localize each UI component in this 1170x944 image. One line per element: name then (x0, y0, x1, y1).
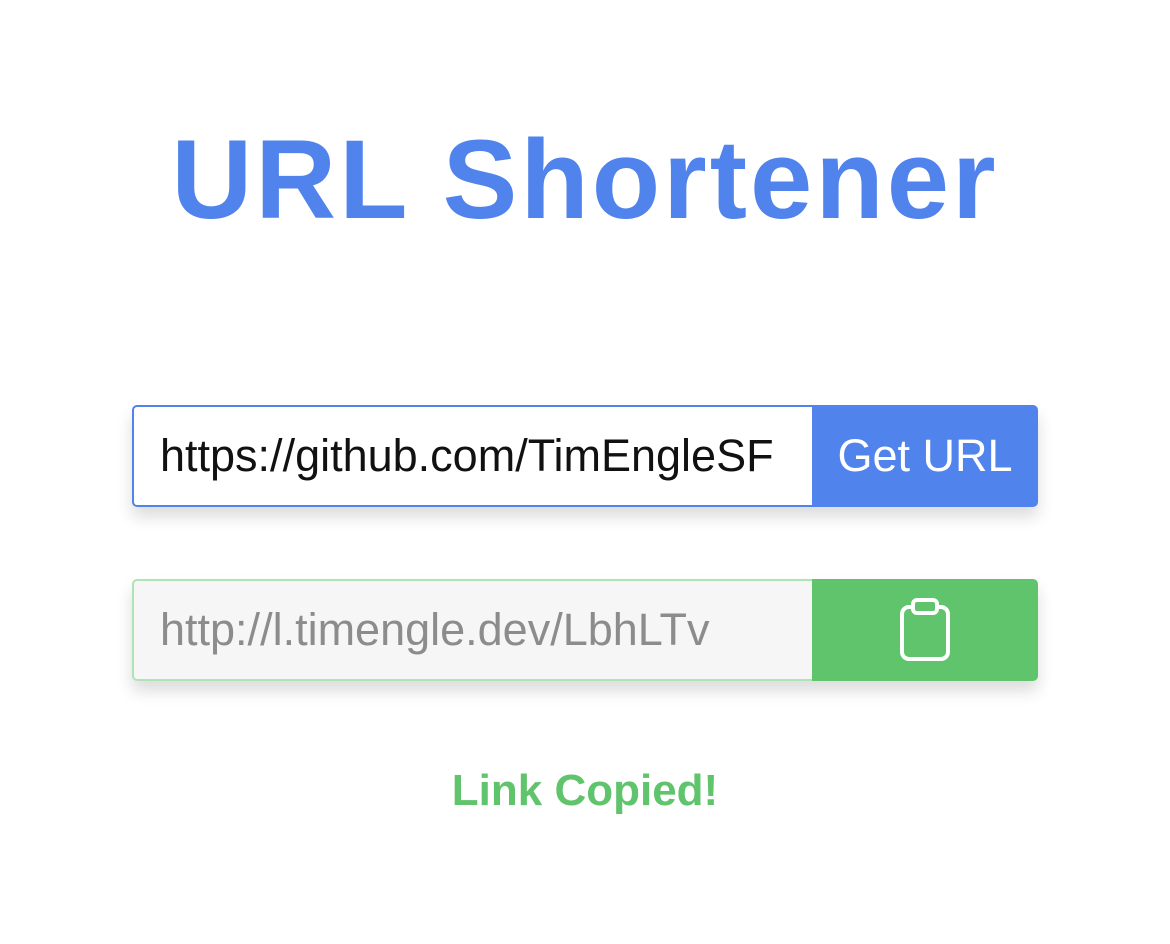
short-url-result (132, 579, 1038, 681)
url-form: Get URL (132, 405, 1038, 507)
copy-button[interactable] (812, 579, 1038, 681)
get-url-button[interactable]: Get URL (812, 405, 1038, 507)
long-url-input[interactable] (132, 405, 812, 507)
copied-status-message: Link Copied! (451, 766, 719, 815)
short-url-field[interactable] (132, 579, 812, 681)
app-container: URL Shortener Get URL Link Copied! (0, 0, 1170, 944)
page-title: URL Shortener (171, 117, 999, 242)
clipboard-icon (899, 598, 951, 662)
